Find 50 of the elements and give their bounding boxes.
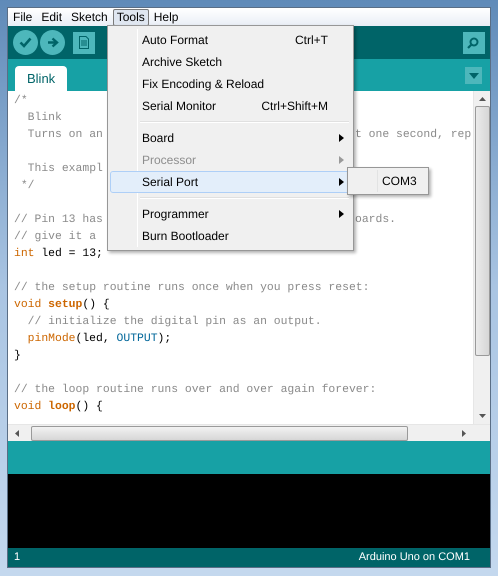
upload-button[interactable] (40, 30, 65, 55)
menu-bar-item[interactable]: Edit (37, 8, 66, 26)
menu-bar-item[interactable]: Tools (112, 8, 149, 26)
horizontal-scrollbar[interactable] (8, 424, 490, 441)
new-button[interactable] (73, 32, 95, 54)
scroll-thumb[interactable] (31, 426, 408, 440)
tab-menu-button[interactable] (465, 67, 482, 84)
code-line: Turns on an (26, 129, 103, 141)
code-line: int led = 13; (14, 248, 103, 260)
code-line: void setup() { (14, 299, 110, 311)
checkmark-icon (19, 37, 32, 48)
board-port-label: Arduino Uno on COM1 (358, 550, 470, 566)
menu-item[interactable]: Burn Bootloader (110, 225, 351, 247)
verify-button[interactable] (13, 30, 38, 55)
document-icon (79, 36, 89, 49)
caret-down-icon (468, 72, 478, 78)
menu-bar-item[interactable]: Sketch (67, 8, 112, 26)
code-line: This exampl (26, 163, 103, 175)
code-line: void loop() { (14, 401, 103, 413)
code-line: // give it a (14, 231, 96, 243)
menu-item[interactable]: COM3 (348, 170, 428, 192)
code-line: // initialize the digital pin as an output. (26, 316, 322, 328)
tab[interactable]: Blink (15, 66, 68, 91)
code-line: pinMode(led, OUTPUT); (28, 333, 172, 345)
code-line: /* (14, 95, 28, 107)
code-line: oards. (355, 212, 396, 228)
code-line: Blink (26, 112, 62, 124)
serial-monitor-button[interactable] (463, 32, 485, 54)
code-line: // the loop routine runs over and over again forever: (14, 384, 376, 396)
scroll-thumb[interactable] (474, 106, 490, 356)
code-line: } (14, 350, 21, 362)
code-line: t one second, rep (355, 128, 472, 143)
menu-item[interactable]: Serial Monitor Ctrl+Shift+M (110, 95, 351, 117)
code-line: // the setup routine runs once when you press reset: (14, 282, 370, 294)
scroll-right-icon (462, 430, 466, 436)
vertical-scrollbar[interactable] (473, 91, 490, 424)
line-number: 1 (14, 550, 20, 566)
code-line: */ (20, 180, 35, 192)
code-line: // Pin 13 has (14, 214, 103, 226)
scroll-down-icon (478, 414, 486, 418)
menu-item[interactable]: Fix Encoding & Reload (110, 73, 351, 95)
menu-item[interactable]: Programmer (110, 203, 351, 225)
scroll-left-icon (15, 430, 19, 436)
menu-bar-item[interactable]: File (9, 8, 36, 26)
arrow-right-icon (46, 37, 58, 48)
menu-item[interactable]: Auto Format Ctrl+T (110, 29, 351, 51)
menu-bar-item[interactable]: Help (150, 8, 182, 26)
menu-item[interactable]: Board (110, 127, 351, 149)
menu-item[interactable]: Archive Sketch (110, 51, 351, 73)
scroll-up-icon (478, 97, 486, 101)
